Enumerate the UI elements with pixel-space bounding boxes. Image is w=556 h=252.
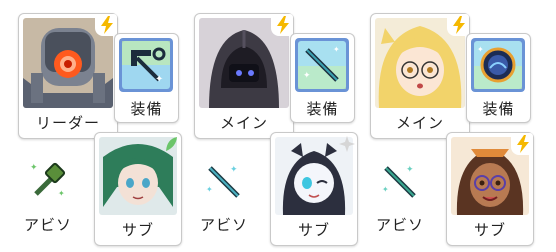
abiso-label: アビソ — [23, 216, 72, 234]
equipment-slot: ✦ ✦ — [295, 38, 349, 92]
svg-text:✦: ✦ — [230, 165, 238, 175]
equipment-label: 装備 — [306, 100, 339, 118]
equipment-card[interactable]: ✦ ✦ 装備 — [290, 33, 355, 123]
sub-card[interactable]: サブ — [446, 132, 534, 246]
leader-label: リーダー — [35, 114, 100, 132]
abiso-item[interactable]: ✦ ✦ — [28, 160, 68, 200]
sub-label: サブ — [297, 221, 330, 239]
lightning-icon — [517, 135, 529, 153]
svg-text:✦: ✦ — [206, 185, 213, 194]
svg-text:✦: ✦ — [406, 165, 414, 175]
equipment-slot: ✦ — [471, 38, 525, 92]
svg-text:✦: ✦ — [382, 185, 389, 194]
equipment-card[interactable]: ✦ 装備 — [466, 33, 531, 123]
sub-card[interactable]: サブ — [270, 132, 358, 246]
equipment-label: 装備 — [482, 100, 515, 118]
abiso-label: アビソ — [375, 216, 424, 234]
team-slot-2: メイン ✦ ✦ 装備 ✦ ✦ アビソ サブ — [176, 0, 358, 252]
lightning-icon — [101, 16, 113, 34]
svg-text:✦: ✦ — [477, 45, 484, 54]
main-card[interactable]: メイン — [194, 13, 294, 139]
svg-text:✦: ✦ — [58, 189, 65, 198]
equipment-slot: ✦ — [119, 38, 173, 92]
sub-label: サブ — [473, 221, 506, 239]
lightning-icon — [453, 16, 465, 34]
abiso-label: アビソ — [199, 216, 248, 234]
abiso-item[interactable]: ✦ ✦ — [380, 160, 420, 200]
equipment-card[interactable]: ✦ 装備 — [114, 33, 179, 123]
svg-text:✦: ✦ — [303, 71, 311, 81]
lightning-icon — [277, 16, 289, 34]
team-slot-3: メイン ✦ 装備 ✦ ✦ アビソ サブ — [352, 0, 534, 252]
team-slot-1: リーダー ✦ 装備 ✦ ✦ アビソ サブ — [0, 0, 182, 252]
leader-card[interactable]: リーダー — [18, 13, 118, 139]
sub-card[interactable]: サブ — [94, 132, 182, 246]
main-label: メイン — [219, 114, 268, 132]
main-card[interactable]: メイン — [370, 13, 470, 139]
main-label: メイン — [395, 114, 444, 132]
svg-text:✦: ✦ — [155, 74, 163, 85]
sub-label: サブ — [121, 221, 154, 239]
abiso-item[interactable]: ✦ ✦ — [204, 160, 244, 200]
equipment-label: 装備 — [130, 100, 163, 118]
svg-text:✦: ✦ — [333, 45, 340, 54]
svg-text:✦: ✦ — [30, 163, 38, 173]
